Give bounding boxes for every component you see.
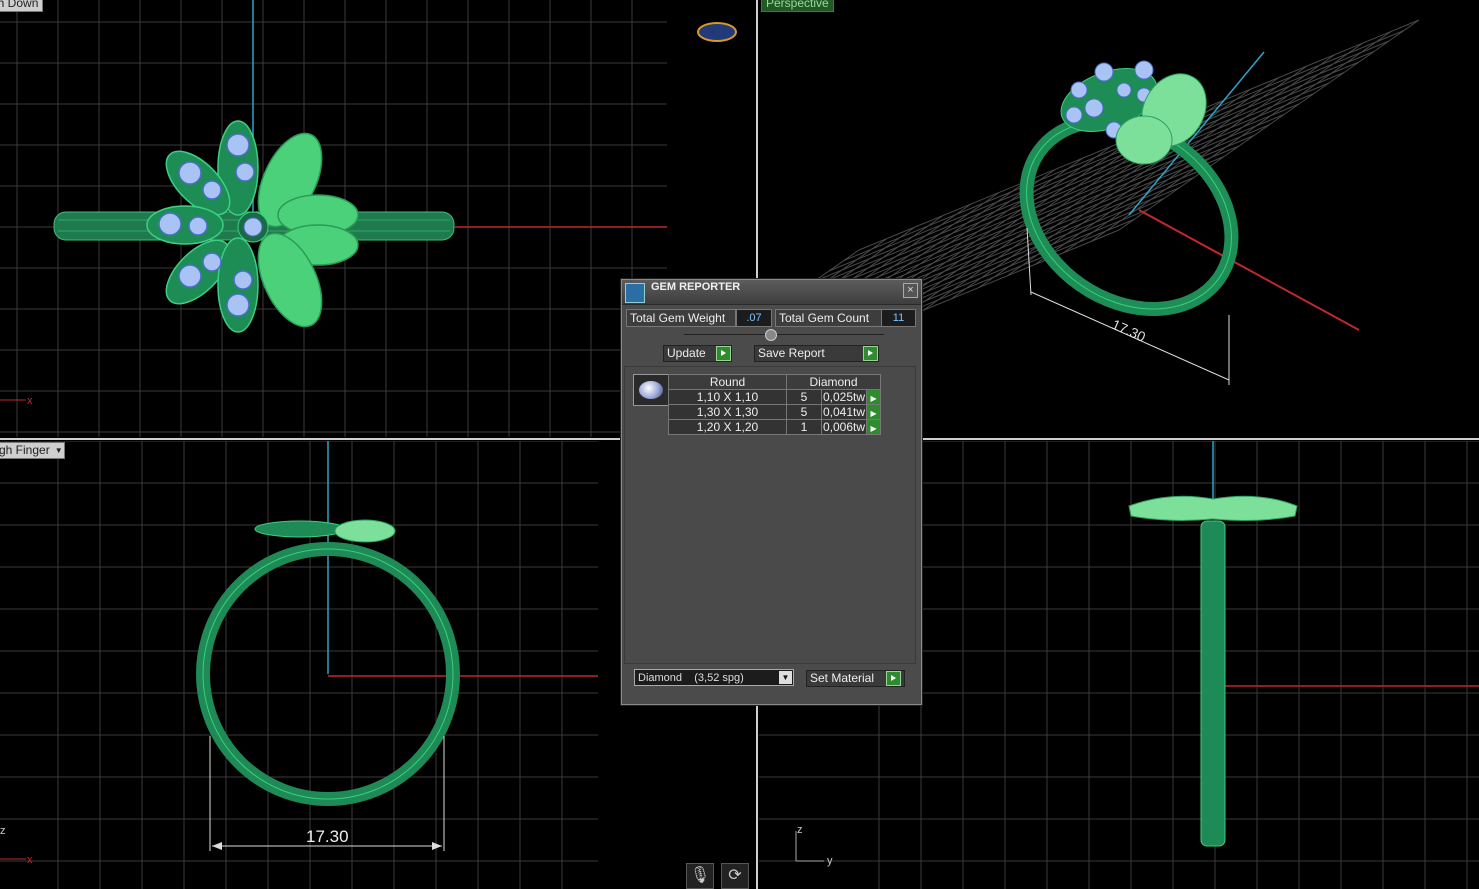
row-go-icon[interactable]: ▶ [866,419,882,435]
close-button[interactable]: × [903,283,918,298]
total-weight-value: .07 [736,309,772,327]
save-report-button[interactable]: Save Report [754,345,879,362]
gem-reporter-icon [625,283,645,303]
dialog-title: GEM REPORTER [651,281,741,293]
save-report-go-icon[interactable] [863,346,878,361]
microphone-icon[interactable]: 🎙 [686,863,714,889]
gem-reporter-dialog: GEM REPORTER × Total Gem Weight .07 Tota… [621,279,922,705]
chevron-down-icon[interactable]: ▼ [55,443,63,458]
row-go-icon[interactable]: ▶ [866,389,882,405]
set-material-go-icon[interactable] [886,671,901,686]
table-row[interactable]: 1,10 X 1,10 5 0,025tw ▶ [668,389,882,405]
total-count-label: Total Gem Count [775,309,882,327]
viewport-top-canvas: x [0,0,667,437]
column-header-shape: Round [668,374,787,390]
refresh-icon[interactable]: ⟳ [721,863,749,889]
viewport-top-label[interactable]: gh Down [0,0,44,12]
collapse-handle[interactable] [765,329,777,341]
svg-text:z: z [0,825,6,837]
dimension-perspective: 17.30 [1110,316,1149,345]
total-count-value: 11 [881,309,916,327]
dialog-titlebar[interactable]: GEM REPORTER × [622,280,921,305]
diamond-thumbnail-icon [633,374,669,406]
total-weight-label: Total Gem Weight [626,309,736,327]
app-logo-icon [697,22,737,42]
chevron-down-icon[interactable]: ▼ [779,671,792,684]
svg-text:x: x [27,854,33,866]
dimension-front: 17.30 [306,827,349,846]
gem-table: Round Diamond 1,10 X 1,10 5 0,025tw ▶ 1,… [668,374,882,435]
svg-text:z: z [797,824,803,836]
svg-text:y: y [827,855,833,867]
separator [684,334,884,335]
viewport-perspective-label[interactable]: Perspective [761,0,834,12]
update-go-icon[interactable] [716,346,731,361]
viewport-front-label[interactable]: gh Finger ▼ [0,442,65,459]
viewport-front[interactable]: 17.30 z x gh Finger ▼ [0,441,667,889]
viewport-top[interactable]: x gh Down [0,0,667,437]
column-header-material: Diamond [785,374,882,390]
table-row[interactable]: 1,30 X 1,30 5 0,041tw ▶ [668,404,882,420]
viewport-front-canvas: 17.30 z x [0,441,598,889]
row-go-icon[interactable]: ▶ [866,404,882,420]
material-select[interactable]: Diamond (3,52 spg) ▼ [634,669,794,686]
axis-x-label: x [27,395,33,407]
table-row[interactable]: 1,20 X 1,20 1 0,006tw ▶ [668,419,882,435]
gem-list-panel: Round Diamond 1,10 X 1,10 5 0,025tw ▶ 1,… [624,366,916,664]
